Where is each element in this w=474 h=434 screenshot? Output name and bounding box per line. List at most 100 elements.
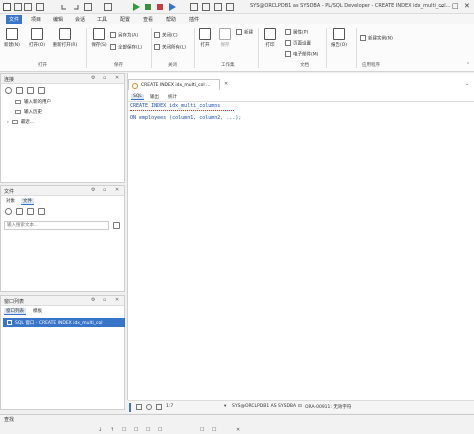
tab-files[interactable]: 文件 (21, 198, 34, 205)
new-workspace-button[interactable]: 新建 (236, 29, 253, 36)
find-option-icon[interactable]: ☐ (122, 427, 126, 433)
tree-item-history[interactable]: 输入历史 (15, 109, 42, 115)
connection-status[interactable]: SYS@ORCLPDB1 AS SYSDBA (232, 404, 296, 409)
tree-item-new-user[interactable]: 输入新的用户 (15, 99, 51, 105)
save-all-button[interactable]: 全部保存(L) (110, 44, 142, 51)
maximize-button[interactable]: □ (452, 2, 459, 10)
print-button[interactable]: 打印 (262, 28, 278, 48)
open-button[interactable]: 打开(O) (28, 28, 46, 48)
panel-close-icon[interactable]: ✕ (115, 187, 119, 193)
find-option-icon[interactable]: ☐ (158, 427, 162, 433)
ribbon-divider (194, 28, 195, 68)
browse-folder-icon[interactable] (113, 222, 120, 229)
status-icon[interactable] (146, 404, 152, 410)
add-connection-icon[interactable] (5, 87, 12, 94)
replace-icon[interactable]: ☐ (200, 427, 204, 433)
menu-tools[interactable]: 工具 (97, 16, 107, 23)
report-button[interactable]: 报告(O) (330, 28, 348, 48)
status-icon[interactable] (156, 404, 162, 410)
commit-icon[interactable] (144, 3, 152, 11)
editor-tab-close-icon[interactable]: ✕ (224, 81, 228, 87)
tree-item-recent[interactable]: › 最近... (7, 119, 34, 125)
find-quick-icon[interactable] (84, 3, 92, 11)
subtab-statistics[interactable]: 统计 (168, 94, 177, 100)
menu-project[interactable]: 项目 (31, 16, 41, 23)
panel-close-icon[interactable]: ✕ (115, 297, 119, 303)
panel-close-icon[interactable]: ✕ (115, 75, 119, 81)
subtab-output[interactable]: 输出 (150, 94, 159, 100)
menu-view[interactable]: 查看 (143, 16, 153, 23)
execute-icon[interactable] (132, 3, 140, 11)
new-instance-button[interactable]: 新建实例(N) (360, 35, 393, 42)
find-option-icon[interactable]: ☐ (146, 427, 150, 433)
files-filter-input[interactable] (4, 221, 109, 230)
tab-objects[interactable]: 对象 (6, 198, 15, 204)
code-line-1: CREATE INDEX idx_multi_columns (130, 103, 221, 109)
menu-configure[interactable]: 配置 (120, 16, 130, 23)
menu-file[interactable]: 文件 (6, 15, 23, 24)
connection-folder-icon[interactable] (38, 87, 45, 94)
new-quick-icon[interactable] (14, 3, 22, 11)
redo-icon[interactable] (72, 3, 80, 11)
folder-icon[interactable] (38, 208, 45, 215)
panel-menu-icon[interactable]: ⚙ (91, 75, 95, 81)
panel-menu-icon[interactable]: ⚙ (91, 187, 95, 193)
rollback-icon[interactable] (156, 3, 164, 11)
collapse-ribbon-icon[interactable]: ⌃ (466, 62, 470, 68)
find-close-icon[interactable]: ✕ (236, 427, 240, 433)
panel-pin-icon[interactable]: ▫ (103, 297, 106, 303)
new-button[interactable]: 新建(N) (3, 28, 21, 48)
report-quick-icon[interactable] (214, 3, 222, 11)
close-button[interactable]: ✕ (464, 2, 470, 10)
editor-tab[interactable]: CREATE INDEX idx_multi_col ... (128, 79, 220, 90)
remove-connection-icon[interactable] (16, 87, 23, 94)
code-line-3: ON employees (column1, column2, ...); (130, 115, 242, 121)
find-prev-icon[interactable]: ↑ (110, 427, 114, 433)
save-as-button[interactable]: 另存为(A) (110, 32, 138, 39)
title-bar: SYS@ORCLPDB1 as SYSDBA - PL/SQL Develope… (0, 0, 474, 14)
tab-window-list[interactable]: 窗口列表 (4, 308, 26, 315)
layout-icon[interactable] (190, 3, 198, 11)
menu-help[interactable]: 帮助 (166, 16, 176, 23)
window-list-item[interactable]: SQL 窗口 - CREATE INDEX idx_multi_col (3, 318, 125, 327)
dropdown-quick-icon[interactable] (226, 3, 234, 11)
target-icon[interactable] (5, 208, 12, 215)
close-all-button[interactable]: 关闭所有(L) (154, 44, 186, 51)
editor-subtabs: SQL 输出 统计 (128, 92, 474, 102)
email-button[interactable]: 电子邮件(M) (285, 51, 318, 58)
open-workspace-button[interactable]: 打开 (197, 28, 213, 48)
undo-icon[interactable] (60, 3, 68, 11)
debug-icon[interactable] (168, 3, 176, 11)
status-icon[interactable] (136, 404, 142, 410)
add-icon[interactable] (16, 208, 23, 215)
db-quick-icon[interactable] (104, 3, 112, 11)
replace-all-icon[interactable]: ☐ (212, 427, 216, 433)
close-doc-button[interactable]: 关闭(C) (154, 32, 178, 39)
panel-pin-icon[interactable]: ▫ (103, 75, 106, 81)
connection-dropdown-icon[interactable]: ▾ (224, 404, 226, 409)
menu-edit[interactable]: 编辑 (53, 16, 63, 23)
find-option-icon[interactable]: ☐ (134, 427, 138, 433)
reopen-button[interactable]: 重新打开(R) (52, 28, 78, 48)
sql-editor[interactable]: CREATE INDEX idx_multi_columns ON employ… (128, 103, 474, 399)
save-quick-icon[interactable] (36, 3, 44, 11)
edit-connection-icon[interactable] (27, 87, 34, 94)
window-title: SYS@ORCLPDB1 as SYSDBA - PL/SQL Develope… (250, 3, 451, 9)
save-button[interactable]: 保存(S) (90, 28, 108, 48)
properties-button[interactable]: 属性(P) (285, 29, 308, 36)
find-next-icon[interactable]: ↓ (98, 427, 102, 433)
expand-icon[interactable]: › (7, 120, 9, 125)
page-setup-button[interactable]: 页面设置 (285, 40, 311, 47)
open-quick-icon[interactable] (24, 3, 32, 11)
panel-menu-icon[interactable]: ⚙ (91, 297, 95, 303)
minimize-button[interactable]: – (440, 2, 444, 10)
compare-icon[interactable] (202, 3, 210, 11)
subtab-sql[interactable]: SQL (131, 94, 144, 100)
panel-pin-icon[interactable]: ▫ (103, 187, 106, 193)
remove-icon[interactable] (27, 208, 34, 215)
editor-tabs-menu-icon[interactable]: ⌄ (465, 81, 469, 87)
tab-templates[interactable]: 模板 (33, 308, 42, 314)
save-workspace-button[interactable]: 保存 (217, 28, 233, 48)
menu-session[interactable]: 会话 (75, 16, 85, 23)
menu-plugins[interactable]: 插件 (189, 16, 199, 23)
